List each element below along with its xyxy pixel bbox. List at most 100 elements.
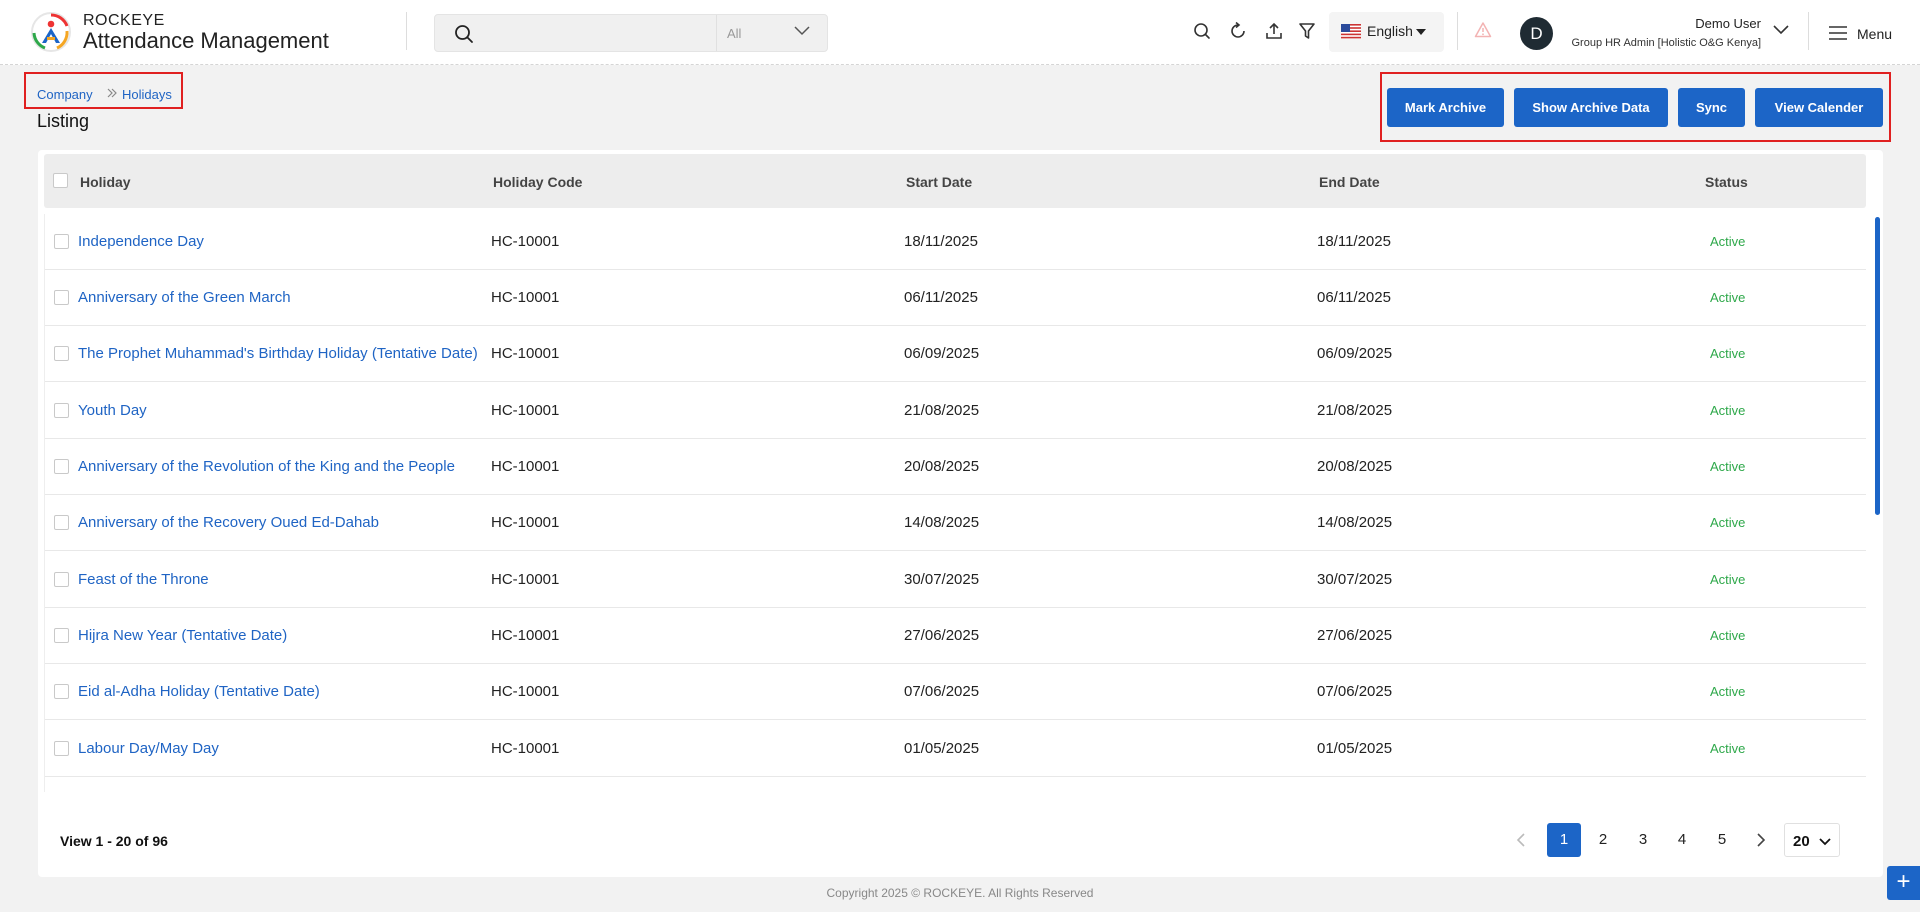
start-date: 07/06/2025 — [904, 683, 980, 700]
row-checkbox[interactable] — [54, 459, 69, 474]
refresh-icon[interactable] — [1227, 20, 1249, 42]
user-role: Group HR Admin [Holistic O&G Kenya] — [1571, 37, 1761, 49]
row-checkbox[interactable] — [54, 290, 69, 305]
end-date: 14/08/2025 — [1317, 514, 1393, 531]
chevron-down-icon[interactable] — [1773, 25, 1789, 35]
table-row: Labour Day/May Day HC-10001 01/05/2025 0… — [45, 721, 1866, 777]
column-header-holiday[interactable]: Holiday — [80, 174, 131, 190]
start-date: 20/08/2025 — [904, 458, 980, 475]
search-input[interactable] — [487, 21, 747, 47]
row-checkbox[interactable] — [54, 515, 69, 530]
hamburger-icon — [1829, 26, 1847, 40]
table-row: Feast of the Throne HC-10001 30/07/2025 … — [45, 552, 1866, 608]
start-date: 18/11/2025 — [904, 233, 978, 250]
mark-archive-button[interactable]: Mark Archive — [1387, 88, 1504, 127]
header-divider — [406, 12, 407, 50]
start-date: 30/07/2025 — [904, 571, 980, 588]
view-calendar-button[interactable]: View Calender — [1755, 88, 1883, 127]
chevron-right-icon[interactable] — [1756, 833, 1766, 847]
page-button-2[interactable]: 2 — [1586, 823, 1620, 857]
search-icon — [455, 25, 473, 43]
filter-icon[interactable] — [1296, 20, 1318, 42]
holiday-code: HC-10001 — [491, 402, 560, 419]
caret-down-icon — [1416, 29, 1426, 35]
holiday-name-link[interactable]: Hijra New Year (Tentative Date) — [78, 627, 484, 644]
holiday-name-link[interactable]: Feast of the Throne — [78, 571, 484, 588]
chevron-left-icon[interactable] — [1516, 833, 1526, 847]
holiday-code: HC-10001 — [491, 683, 560, 700]
holiday-code: HC-10001 — [491, 233, 560, 250]
holiday-name-link[interactable]: Anniversary of the Revolution of the Kin… — [78, 458, 484, 475]
double-chevron-right-icon — [107, 88, 117, 98]
page-button-1[interactable]: 1 — [1547, 823, 1581, 857]
holiday-name-link[interactable]: Labour Day/May Day — [78, 740, 484, 757]
status-badge: Active — [1710, 628, 1746, 643]
top-header: ROCKEYE Attendance Management All Englis… — [0, 0, 1920, 65]
column-header-status[interactable]: Status — [1705, 174, 1748, 190]
column-header-end-date[interactable]: End Date — [1319, 174, 1380, 190]
status-badge: Active — [1710, 459, 1746, 474]
breadcrumb-company[interactable]: Company — [37, 87, 93, 102]
holiday-code: HC-10001 — [491, 458, 560, 475]
end-date: 06/09/2025 — [1317, 345, 1393, 362]
column-header-code[interactable]: Holiday Code — [493, 174, 582, 190]
holiday-name-link[interactable]: Eid al-Adha Holiday (Tentative Date) — [78, 683, 484, 700]
holiday-name-link[interactable]: Anniversary of the Recovery Oued Ed-Daha… — [78, 514, 484, 531]
pagination-summary: View 1 - 20 of 96 — [60, 833, 168, 849]
show-archive-data-button[interactable]: Show Archive Data — [1514, 88, 1668, 127]
holiday-table-card: Holiday Holiday Code Start Date End Date… — [38, 150, 1883, 877]
page-button-5[interactable]: 5 — [1705, 823, 1739, 857]
search-scope-select[interactable]: All — [716, 15, 828, 51]
start-date: 21/08/2025 — [904, 402, 980, 419]
action-toolbar: Mark Archive Show Archive Data Sync View… — [1380, 72, 1891, 142]
table-row: Anniversary of the Revolution of the Kin… — [45, 439, 1866, 495]
end-date: 18/11/2025 — [1317, 233, 1391, 250]
holiday-code: HC-10001 — [491, 289, 560, 306]
status-badge: Active — [1710, 234, 1746, 249]
holiday-name-link[interactable]: Youth Day — [78, 402, 484, 419]
language-select[interactable]: English — [1329, 12, 1444, 52]
warning-icon[interactable] — [1474, 21, 1492, 39]
row-checkbox[interactable] — [54, 741, 69, 756]
select-all-checkbox[interactable] — [53, 173, 68, 188]
table-scrollbar[interactable] — [1875, 217, 1880, 515]
search-scope-label: All — [727, 26, 742, 41]
page-button-3[interactable]: 3 — [1626, 823, 1660, 857]
row-checkbox[interactable] — [54, 403, 69, 418]
row-checkbox[interactable] — [54, 572, 69, 587]
row-checkbox[interactable] — [54, 628, 69, 643]
table-row: Eid al-Adha Holiday (Tentative Date) HC-… — [45, 664, 1866, 720]
plus-icon: + — [1896, 868, 1911, 895]
menu-button[interactable]: Menu — [1828, 24, 1908, 44]
table-row: Youth Day HC-10001 21/08/2025 21/08/2025… — [45, 383, 1866, 439]
holiday-code: HC-10001 — [491, 740, 560, 757]
page-size-select[interactable]: 20 — [1784, 823, 1840, 857]
page-button-4[interactable]: 4 — [1665, 823, 1699, 857]
search-icon[interactable] — [1191, 20, 1213, 42]
sync-button[interactable]: Sync — [1678, 88, 1745, 127]
start-date: 06/11/2025 — [904, 289, 978, 306]
upload-icon[interactable] — [1263, 20, 1285, 42]
copyright-text: Copyright 2025 © ROCKEYE. All Rights Res… — [826, 886, 1094, 900]
menu-label: Menu — [1857, 26, 1893, 42]
page-title: Listing — [37, 111, 90, 131]
user-avatar[interactable]: D — [1520, 17, 1553, 50]
end-date: 30/07/2025 — [1317, 571, 1393, 588]
row-checkbox[interactable] — [54, 346, 69, 361]
row-checkbox[interactable] — [54, 684, 69, 699]
table-row: Anniversary of the Recovery Oued Ed-Daha… — [45, 495, 1866, 551]
holiday-code: HC-10001 — [491, 571, 560, 588]
column-header-start-date[interactable]: Start Date — [906, 174, 972, 190]
add-floating-button[interactable]: + — [1887, 866, 1920, 900]
end-date: 20/08/2025 — [1317, 458, 1393, 475]
chevron-down-icon — [794, 26, 810, 36]
table-row: Anniversary of the Green March HC-10001 … — [45, 270, 1866, 326]
table-header: Holiday Holiday Code Start Date End Date… — [44, 154, 1866, 208]
holiday-name-link[interactable]: Anniversary of the Green March — [78, 289, 484, 306]
header-divider — [1808, 12, 1809, 50]
status-badge: Active — [1710, 403, 1746, 418]
holiday-name-link[interactable]: The Prophet Muhammad's Birthday Holiday … — [78, 345, 484, 362]
row-checkbox[interactable] — [54, 234, 69, 249]
breadcrumb-holidays[interactable]: Holidays — [122, 87, 172, 102]
holiday-name-link[interactable]: Independence Day — [78, 233, 484, 250]
